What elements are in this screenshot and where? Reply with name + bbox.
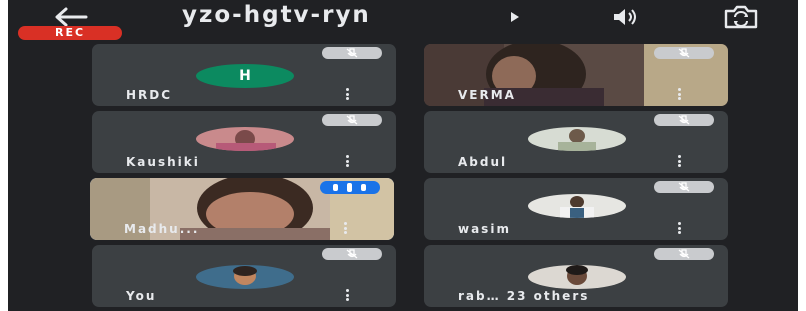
speaking-indicator-icon bbox=[320, 181, 380, 194]
mic-off-badge bbox=[654, 114, 714, 126]
participant-name: rab… 23 others bbox=[458, 289, 590, 303]
participant-name: wasim bbox=[458, 222, 511, 236]
mic-off-icon bbox=[678, 48, 690, 58]
more-vert-icon[interactable] bbox=[678, 222, 682, 234]
participant-tile-abdul[interactable]: Abdul bbox=[424, 111, 728, 173]
participant-tile-verma[interactable]: VERMA bbox=[424, 44, 728, 106]
mic-off-icon bbox=[346, 48, 358, 58]
more-vert-icon[interactable] bbox=[678, 88, 682, 100]
more-vert-icon[interactable] bbox=[344, 222, 348, 234]
back-button[interactable] bbox=[52, 6, 88, 28]
mic-off-badge bbox=[322, 47, 382, 59]
meeting-screen: yzo-hgtv-ryn REC H HRDC VERMA Kaushiki A… bbox=[8, 0, 798, 311]
audio-output-button[interactable] bbox=[606, 6, 640, 28]
meeting-code[interactable]: yzo-hgtv-ryn bbox=[182, 2, 371, 28]
participant-tile-you[interactable]: You bbox=[92, 245, 396, 307]
avatar bbox=[528, 265, 626, 289]
more-vert-icon[interactable] bbox=[346, 155, 350, 167]
switch-camera-icon bbox=[724, 5, 758, 29]
arrow-left-icon bbox=[55, 7, 88, 27]
mic-off-badge bbox=[654, 181, 714, 193]
participant-name: Abdul bbox=[458, 155, 508, 169]
mic-off-badge bbox=[322, 114, 382, 126]
mic-off-icon bbox=[678, 249, 690, 259]
mic-off-badge bbox=[654, 248, 714, 260]
participant-tile-hrdc[interactable]: H HRDC bbox=[92, 44, 396, 106]
avatar bbox=[528, 127, 626, 151]
participant-name: VERMA bbox=[458, 88, 516, 102]
avatar bbox=[528, 194, 626, 218]
participant-name: Kaushiki bbox=[126, 155, 200, 169]
participant-tile-kaushiki[interactable]: Kaushiki bbox=[92, 111, 396, 173]
switch-camera-button[interactable] bbox=[722, 4, 760, 30]
more-vert-icon[interactable] bbox=[678, 155, 682, 167]
participant-name: HRDC bbox=[126, 88, 173, 102]
mic-off-icon bbox=[346, 115, 358, 125]
participant-tile-others[interactable]: rab… 23 others bbox=[424, 245, 728, 307]
more-vert-icon[interactable] bbox=[346, 289, 350, 301]
mic-off-icon bbox=[678, 182, 690, 192]
mic-off-badge bbox=[322, 248, 382, 260]
participant-name: Madhu... bbox=[124, 222, 200, 236]
mic-off-icon bbox=[678, 115, 690, 125]
recording-badge: REC bbox=[18, 26, 122, 40]
speaker-icon bbox=[614, 9, 636, 25]
more-vert-icon[interactable] bbox=[346, 88, 350, 100]
participant-tile-wasim[interactable]: wasim bbox=[424, 178, 728, 240]
participant-tile-madhu[interactable]: Madhu... bbox=[90, 178, 394, 240]
mic-off-badge bbox=[654, 47, 714, 59]
caret-right-icon[interactable] bbox=[510, 11, 520, 23]
mic-off-icon bbox=[346, 249, 358, 259]
participant-name: You bbox=[126, 289, 157, 303]
avatar: H bbox=[196, 64, 294, 88]
avatar bbox=[196, 127, 294, 151]
top-bar: yzo-hgtv-ryn bbox=[8, 0, 798, 34]
avatar bbox=[196, 265, 294, 289]
